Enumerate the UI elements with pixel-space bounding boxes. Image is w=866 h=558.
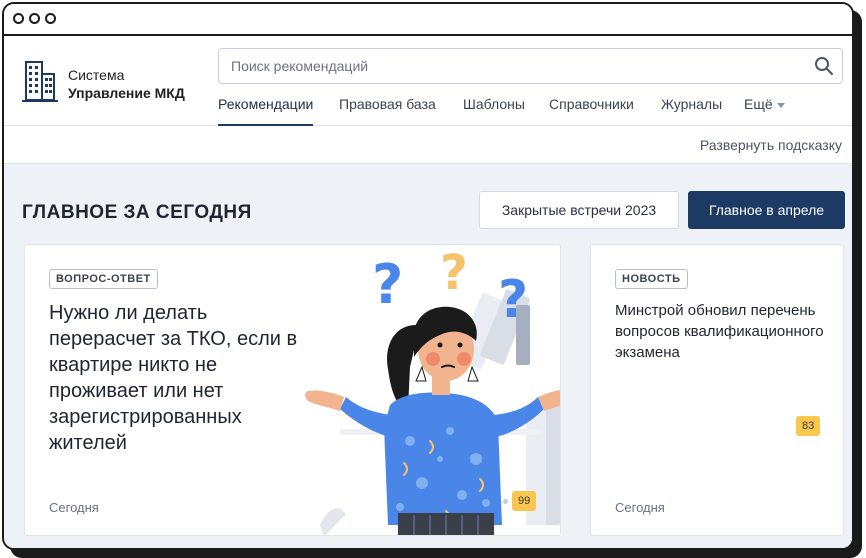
- chevron-down-icon: [776, 102, 785, 108]
- search-box: [218, 48, 843, 84]
- card-date: Сегодня: [615, 500, 665, 515]
- svg-text:?: ?: [440, 245, 468, 301]
- building-logo-icon[interactable]: [22, 58, 58, 104]
- main-content: ГЛАВНОЕ ЗА СЕГОДНЯ Закрытые встречи 2023…: [4, 164, 852, 548]
- closed-meetings-button[interactable]: Закрытые встречи 2023: [479, 191, 679, 229]
- window-control-dot[interactable]: [13, 13, 24, 24]
- window-control-dot[interactable]: [45, 13, 56, 24]
- views-count-badge: 83: [796, 416, 821, 436]
- news-card-ministry[interactable]: НОВОСТЬ Минстрой обновил перечень вопрос…: [590, 244, 844, 536]
- svg-text:?: ?: [498, 270, 528, 330]
- browser-window: Система Управление МКД Рекомендации Прав…: [2, 2, 854, 550]
- svg-text:?: ?: [372, 253, 403, 316]
- card-tag: НОВОСТЬ: [615, 269, 688, 289]
- brand-name-line1: Система: [68, 67, 125, 83]
- nav-item-more[interactable]: Ещё: [744, 96, 785, 126]
- brand-name-line2: Управление МКД: [68, 85, 185, 101]
- nav-item-directories[interactable]: Справочники: [549, 96, 634, 126]
- nav-label: Рекомендации: [218, 96, 314, 112]
- window-control-dot[interactable]: [29, 13, 40, 24]
- search-input[interactable]: [219, 49, 799, 83]
- nav-item-recommendations[interactable]: Рекомендации: [218, 96, 314, 126]
- nav-label: Правовая база: [339, 96, 436, 112]
- card-title[interactable]: Нужно ли делать перерасчет за ТКО, если …: [49, 300, 309, 456]
- views-count-badge: 99: [512, 491, 537, 511]
- hint-bar: Развернуть подсказку: [4, 126, 852, 164]
- views-dot-icon: [503, 499, 508, 504]
- nav-item-legal-base[interactable]: Правовая база: [339, 96, 436, 126]
- april-main-button[interactable]: Главное в апреле: [688, 191, 845, 229]
- search-icon[interactable]: [814, 56, 834, 76]
- nav-label: Шаблоны: [463, 96, 525, 112]
- nav-label: Журналы: [661, 96, 723, 112]
- nav-label: Ещё: [744, 96, 773, 112]
- card-tag: ВОПРОС-ОТВЕТ: [49, 269, 158, 289]
- expand-hint-link[interactable]: Развернуть подсказку: [700, 137, 842, 153]
- nav-item-journals[interactable]: Журналы: [661, 96, 722, 126]
- nav-label: Справочники: [549, 96, 634, 112]
- card-title[interactable]: Минстрой обновил перечень вопросов квали…: [615, 300, 825, 363]
- nav-item-templates[interactable]: Шаблоны: [463, 96, 525, 126]
- window-titlebar: [4, 4, 852, 36]
- site-header: Система Управление МКД Рекомендации Прав…: [4, 36, 852, 126]
- card-date: Сегодня: [49, 500, 99, 515]
- news-card-question[interactable]: ? ? ? ВОПРОС-ОТВЕТ Нужно ли делать перер…: [24, 244, 561, 536]
- section-title: ГЛАВНОЕ ЗА СЕГОДНЯ: [22, 202, 252, 223]
